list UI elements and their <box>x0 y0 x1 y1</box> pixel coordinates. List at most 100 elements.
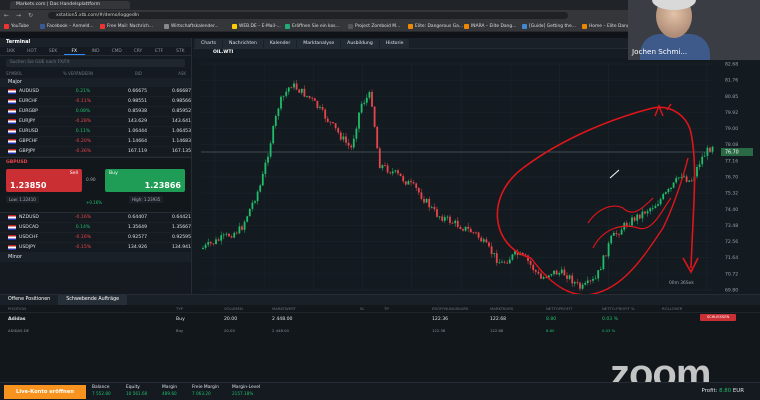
open-live-account-button[interactable]: Live-Konto eröffnen <box>4 385 86 399</box>
instrument-row[interactable]: USDJPY -0.15% 134.926 134.941 <box>0 243 191 253</box>
toolbar-market-analysis[interactable]: Marktanalyse <box>297 38 341 48</box>
candle-body <box>566 275 568 279</box>
candle-body <box>342 136 345 140</box>
instrument-row[interactable]: USDCAD 0.14% 1.35649 1.35667 <box>0 223 191 233</box>
close-all-button[interactable]: SCHLIESSEN <box>700 314 736 321</box>
instrument-row[interactable]: EURJPY -0.28% 143.629 143.641 <box>0 117 191 127</box>
tab-fx[interactable]: FX <box>63 47 85 55</box>
y-tick-label: 79.00 <box>725 126 738 132</box>
instrument-column-headers: SYMBOL % VERÄNDERN BID ASK <box>0 70 191 78</box>
instrument-bid: 0.98551 <box>128 99 147 104</box>
candle-body <box>433 206 436 210</box>
candle-body <box>654 205 657 209</box>
chart-symbol[interactable]: OIL.WTI <box>213 50 233 55</box>
bookmark-zomboid[interactable]: Project Zomboid M... <box>348 23 400 30</box>
tab-etf[interactable]: ETF <box>149 47 170 55</box>
candle-body <box>350 145 353 148</box>
volume-input[interactable]: 0.90 <box>86 178 96 183</box>
sell-button[interactable]: Sell 1.23850 <box>6 169 82 192</box>
stat-equity: Equity 10 561.60 <box>126 385 147 397</box>
bookmark-wirtschaftskalender[interactable]: Wirtschaftskalender... <box>164 23 219 30</box>
toolbar-news[interactable]: Nachrichten <box>223 38 263 48</box>
url-input[interactable]: xstation5.xtb.com/#/demo/loggedIn <box>48 12 568 19</box>
candle-body <box>553 270 555 275</box>
tab-sek[interactable]: SEK <box>42 47 63 55</box>
candle-body <box>477 232 480 238</box>
candle-body <box>311 97 314 99</box>
candle-body <box>631 217 633 226</box>
group-major[interactable]: Major <box>0 78 191 87</box>
y-tick-label: 76.70 <box>725 175 738 181</box>
candle-body <box>605 255 607 257</box>
bookmark-guide[interactable]: [Guide] Getting the... <box>522 23 576 30</box>
candle-body <box>352 138 355 148</box>
candle-body <box>438 216 441 218</box>
candle-body <box>363 102 366 104</box>
instrument-row[interactable]: GBPCHF -0.20% 1.14664 1.14683 <box>0 137 191 147</box>
positions-col-header: MARKTWERT <box>272 306 296 311</box>
stat-margin-level-value: 2157.18% <box>232 391 254 396</box>
candlestick-chart[interactable]: 82.68 81.76 80.85 79.92 79.00 78.08 77.16 76.70… <box>193 58 760 320</box>
candle-body <box>282 95 285 97</box>
candle-body <box>303 88 306 97</box>
bookmark-youtube[interactable]: YouTube <box>4 23 29 30</box>
bookmark-elite[interactable]: Elite: Dangerous Ga... <box>408 23 463 30</box>
tab-1kk[interactable]: 1KK <box>0 47 21 55</box>
bookmark-webde[interactable]: WEB.DE – E-Mail-... <box>232 23 281 30</box>
positions-col-header: TP <box>384 306 389 311</box>
candle-body <box>441 216 444 221</box>
bookmark-eroeffnen[interactable]: Eröffnen Sie ein kos... <box>285 23 340 30</box>
bookmark-inara[interactable]: INARA – Elite Dang... <box>464 23 516 30</box>
positions-col-header: SL <box>360 306 365 311</box>
instrument-row[interactable]: EURCHF -0.11% 0.98551 0.98566 <box>0 97 191 107</box>
candle-body <box>321 107 324 110</box>
subrow-profit: 8.80 <box>546 328 555 333</box>
browser-tab[interactable]: Markets.com | Das Handelsplattform <box>10 1 130 9</box>
candle-body <box>251 202 254 209</box>
toolbar-history[interactable]: Historie <box>379 38 410 48</box>
buy-button[interactable]: Buy 1.23866 <box>105 169 185 192</box>
toolbar-charts[interactable]: Charts <box>195 38 223 48</box>
candle-body <box>475 232 477 234</box>
instrument-row[interactable]: NZDUSD -0.16% 0.64407 0.64421 <box>0 213 191 223</box>
chart-panel: Charts Nachrichten Kalender Marktanalyse… <box>193 38 760 329</box>
tab-ind[interactable]: IND <box>85 47 106 55</box>
candle-body <box>371 92 373 107</box>
instrument-row[interactable]: GBPJPY -0.36% 167.119 167.135 <box>0 147 191 157</box>
tab-cmd[interactable]: CMD <box>106 47 127 55</box>
tab-stk[interactable]: STK <box>170 47 191 55</box>
instrument-symbol: EURJPY <box>19 119 36 124</box>
group-minor[interactable]: Minor <box>0 253 191 262</box>
tab-hot[interactable]: HOT <box>21 47 42 55</box>
bookmark-facebook[interactable]: Facebook – Anmeld... <box>40 23 94 30</box>
candle-body <box>568 275 571 279</box>
reload-icon[interactable]: ↻ <box>28 12 33 19</box>
tab-pending-orders[interactable]: Schwebende Aufträge <box>58 295 128 305</box>
position-row[interactable]: Adidas Buy 20.00 2 448.00 122.36 122.68 … <box>0 313 760 326</box>
candle-body <box>573 282 576 284</box>
bookmark-freemail[interactable]: Free Mail: Nachrich... <box>100 23 153 30</box>
bookmark-home[interactable]: Home – Elite Dang... <box>582 23 634 30</box>
candle-body <box>376 126 379 149</box>
instrument-row[interactable]: USDCHF -0.16% 0.92577 0.92595 <box>0 233 191 243</box>
tab-cry[interactable]: CRY <box>127 47 148 55</box>
toolbar-calendar[interactable]: Kalender <box>263 38 297 48</box>
instrument-change: -0.28% <box>74 119 92 124</box>
candle-body <box>555 270 558 275</box>
instrument-row[interactable]: EURUSD 0.11% 1.06444 1.06453 <box>0 127 191 137</box>
tab-open-positions[interactable]: Offene Positionen <box>0 295 58 305</box>
candle-body <box>332 122 334 124</box>
forward-icon[interactable]: → <box>16 12 21 19</box>
instrument-change: -0.11% <box>74 99 92 104</box>
position-subrow[interactable]: ADIDAS.DE Buy 20.00 2 448.00 122.36 122.… <box>0 326 760 335</box>
instrument-symbol: USDJPY <box>19 245 36 250</box>
instrument-search-input[interactable]: Suchen Sie GUE nach FX/Flt <box>6 59 185 67</box>
instrument-row[interactable]: AUDUSD 0.21% 0.66675 0.66687 <box>0 87 191 97</box>
candle-body <box>571 275 574 284</box>
toolbar-education[interactable]: Ausbildung <box>341 38 379 48</box>
candle-body <box>334 123 337 129</box>
candle-body <box>324 109 327 119</box>
instrument-row[interactable]: EURGBP 0.08% 0.85938 0.85952 <box>0 107 191 117</box>
instrument-bid: 0.92577 <box>128 235 147 240</box>
back-icon[interactable]: ← <box>4 12 9 19</box>
